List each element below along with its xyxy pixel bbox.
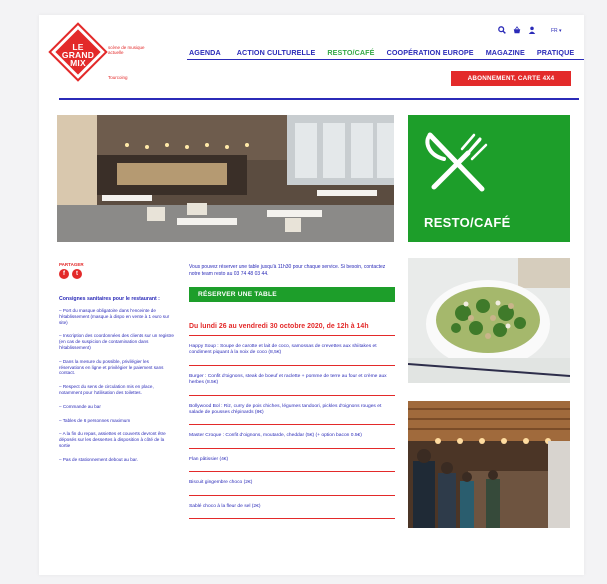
resto-cafe-tile: RESTO/CAFÉ bbox=[408, 115, 570, 242]
nav-item-magazine[interactable]: MAGAZINE bbox=[486, 48, 525, 57]
subscription-button[interactable]: ABONNEMENT, CARTE 4X4 bbox=[451, 71, 571, 86]
nav-item-action-culturelle[interactable]: ACTION CULTURELLE bbox=[237, 48, 316, 57]
reservation-intro: Vous pouvez réserver une table jusqu'à 1… bbox=[189, 264, 386, 277]
menu-item: Master Croque : Confit d'oignons, moutar… bbox=[189, 424, 395, 447]
list-item: – Commande au bar bbox=[59, 403, 101, 409]
logo-wordmark: LE GRAND MIX bbox=[61, 42, 95, 68]
share-label: PARTAGER bbox=[59, 262, 84, 267]
nav-divider bbox=[187, 59, 584, 60]
menu-item: Biscuit gingembre choco (2€) bbox=[189, 471, 395, 494]
menu-item: Sablé choco à la fleur de sel (2€) bbox=[189, 494, 395, 520]
search-icon[interactable] bbox=[498, 26, 506, 36]
nav-item-pratique[interactable]: PRATIQUE bbox=[537, 48, 574, 57]
page: LE GRAND MIX scène de musique actuelle T… bbox=[39, 15, 584, 575]
list-item: – Port du masque obligatoire dans l'ence… bbox=[59, 308, 170, 325]
city-label: Tourcoing bbox=[108, 75, 128, 80]
header-divider bbox=[59, 98, 579, 100]
main-nav: AGENDA ACTION CULTURELLE RESTO/CAFÉ COOP… bbox=[189, 48, 574, 57]
sanitary-list: – Port du masque obligatoire dans l'ence… bbox=[59, 308, 174, 471]
list-item: – Tables de 6 personnes maximum bbox=[59, 417, 131, 423]
tagline: scène de musique actuelle bbox=[108, 45, 145, 56]
list-item: – A la fin du repas, assiettes et couver… bbox=[59, 431, 166, 448]
menu-item: Burger : Confit d'oignons, steak de boeu… bbox=[189, 364, 395, 395]
menu-item: Bollywood Bol : Riz, curry de pois chich… bbox=[189, 394, 395, 425]
basket-icon[interactable] bbox=[513, 26, 521, 36]
list-item: – Inscription des coordonnées des client… bbox=[59, 333, 174, 350]
facebook-icon[interactable]: f bbox=[59, 269, 69, 279]
sanitary-title: Consignes sanitaires pour le restaurant … bbox=[59, 296, 160, 302]
list-item: – Dans la mesure du possible, privilégie… bbox=[59, 358, 164, 376]
twitter-icon[interactable]: t bbox=[72, 269, 82, 279]
nav-item-resto-cafe[interactable]: RESTO/CAFÉ bbox=[327, 48, 374, 57]
language-selector[interactable]: FR ▾ bbox=[551, 28, 562, 34]
reserve-table-button[interactable]: RÉSERVER UNE TABLE bbox=[189, 287, 395, 302]
menu-date: Du lundi 26 au vendredi 30 octobre 2020,… bbox=[189, 323, 369, 330]
menu-item: Flan pâtissier (4€) bbox=[189, 447, 395, 471]
menu-item: Happy Soup : Soupe de carotte et lait de… bbox=[189, 335, 395, 365]
salad-bowl-photo bbox=[408, 258, 570, 383]
menu-list: Happy Soup : Soupe de carotte et lait de… bbox=[189, 335, 395, 520]
user-icon[interactable] bbox=[528, 26, 536, 36]
nav-item-agenda[interactable]: AGENDA bbox=[189, 48, 221, 57]
resto-cafe-title: RESTO/CAFÉ bbox=[424, 215, 511, 230]
list-item: – Respect du sens de circulation mis en … bbox=[59, 384, 154, 395]
list-item: – Pas de stationnement debout au bar. bbox=[59, 456, 138, 462]
bar-counter-photo bbox=[408, 401, 570, 528]
restaurant-interior-photo bbox=[57, 115, 394, 242]
nav-item-cooperation-europe[interactable]: COOPÉRATION EUROPE bbox=[387, 48, 474, 57]
fork-knife-icon bbox=[425, 132, 488, 192]
